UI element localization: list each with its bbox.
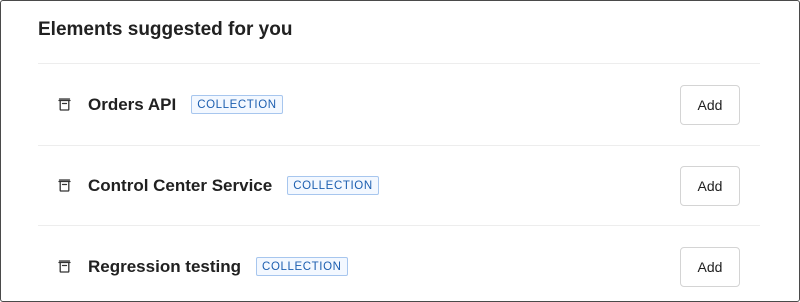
add-button[interactable]: Add bbox=[680, 165, 740, 206]
item-name: Orders API bbox=[88, 94, 177, 114]
add-button[interactable]: Add bbox=[680, 84, 740, 125]
item-name: Regression testing bbox=[88, 256, 242, 276]
list-item: Regression testing COLLECTION Add bbox=[38, 225, 760, 301]
panel-title: Elements suggested for you bbox=[38, 19, 293, 40]
collection-badge: COLLECTION bbox=[191, 95, 283, 114]
list-item: Control Center Service COLLECTION Add bbox=[38, 145, 760, 225]
collection-icon bbox=[57, 179, 71, 193]
suggestion-list: Orders API COLLECTION Add Control Center… bbox=[38, 63, 760, 301]
item-title-group: Regression testing COLLECTION bbox=[88, 257, 348, 277]
add-button[interactable]: Add bbox=[680, 246, 740, 287]
collection-icon bbox=[57, 260, 71, 274]
suggested-elements-panel: Elements suggested for you Orders API CO… bbox=[0, 0, 800, 302]
collection-badge: COLLECTION bbox=[256, 257, 348, 276]
item-name: Control Center Service bbox=[88, 175, 273, 195]
collection-icon bbox=[57, 98, 71, 112]
list-item: Orders API COLLECTION Add bbox=[38, 63, 760, 145]
item-title-group: Orders API COLLECTION bbox=[88, 95, 283, 115]
item-title-group: Control Center Service COLLECTION bbox=[88, 176, 379, 196]
collection-badge: COLLECTION bbox=[287, 176, 379, 195]
